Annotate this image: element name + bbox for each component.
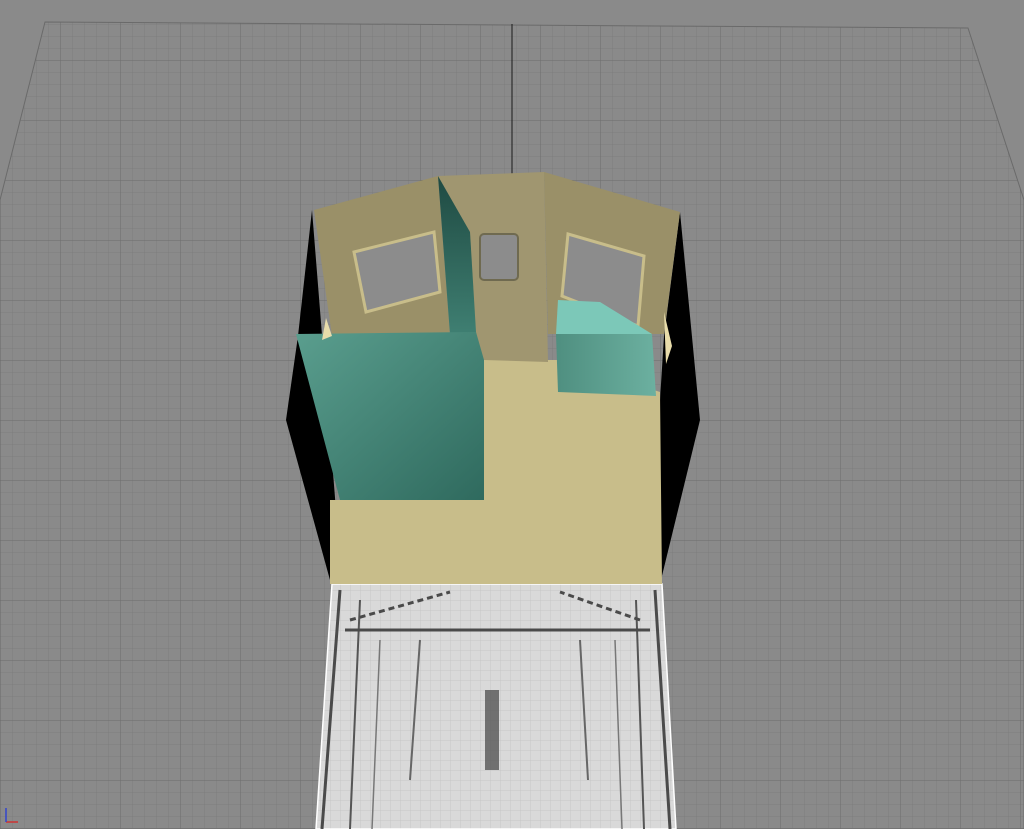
underlay-drawing [315, 583, 677, 829]
viewport-canvas[interactable] [0, 0, 1024, 829]
window-center [479, 233, 519, 281]
cabin-model[interactable] [286, 172, 700, 584]
cabinet-front [556, 334, 656, 396]
3d-viewport[interactable] [0, 0, 1024, 829]
